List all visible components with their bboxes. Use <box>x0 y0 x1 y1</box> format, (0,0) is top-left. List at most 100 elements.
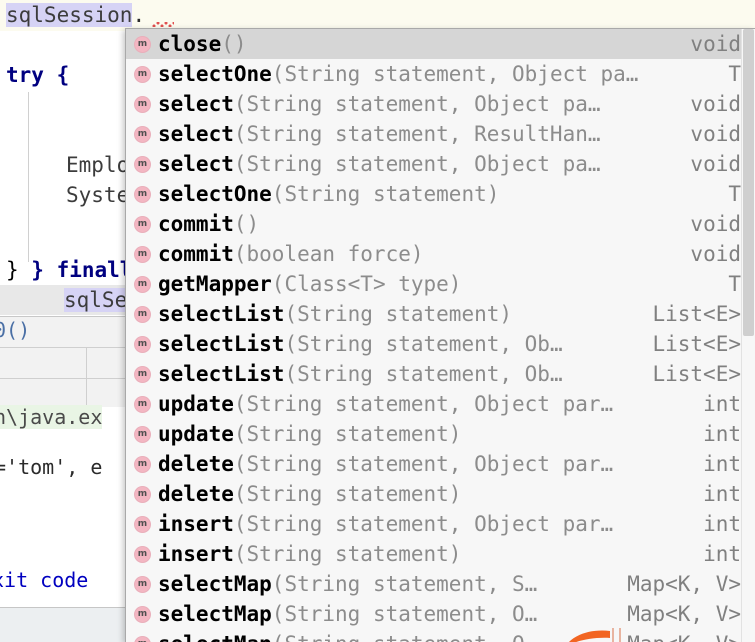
method-icon: m <box>134 635 151 642</box>
method-icon: m <box>134 95 151 113</box>
completion-item[interactable]: m insert(String statement) int <box>126 539 755 569</box>
method-icon: m <box>134 425 151 443</box>
completion-item-return-type: int <box>703 482 741 506</box>
method-icon: m <box>134 545 151 563</box>
completion-item[interactable]: m selectList(String statement, Ob… List<E> <box>126 359 755 389</box>
completion-item[interactable]: m close() void <box>126 29 755 59</box>
panel-clipped-text: 0() <box>0 318 31 342</box>
completion-item-signature: selectList(String statement) <box>158 299 634 329</box>
completion-item-params: (String statement) <box>233 482 462 506</box>
completion-list[interactable]: m close() void m selectOne(String statement,… <box>126 29 755 642</box>
method-icon: m <box>134 395 151 413</box>
completion-item-params: (String statement, ResultHan… <box>233 122 601 146</box>
completion-item-params: (String statement, Object pa… <box>233 152 601 176</box>
completion-item[interactable]: m select(String statement, ResultHan… void <box>126 119 755 149</box>
completion-item-params: (String statement) <box>233 542 462 566</box>
cursor-tail-1 <box>612 628 614 642</box>
completion-item-return-type: void <box>690 212 741 236</box>
completion-item-return-type: T <box>728 272 741 296</box>
popup-scrollbar[interactable] <box>741 29 755 642</box>
completion-item-params: (String statement, Ob… <box>284 362 563 386</box>
completion-item[interactable]: m insert(String statement, Object par… int <box>126 509 755 539</box>
method-icon: m <box>134 155 151 173</box>
completion-item[interactable]: m select(String statement, Object pa… void <box>126 89 755 119</box>
completion-item-name: getMapper <box>158 272 272 296</box>
completion-item-return-type: int <box>703 392 741 416</box>
completion-item-params: (String statement, Object pa… <box>271 62 639 86</box>
completion-item-signature: selectOne(String statement, Object pa… <box>158 59 710 89</box>
completion-item[interactable]: m delete(String statement, Object par… int <box>126 449 755 479</box>
completion-item-name: selectList <box>158 302 285 326</box>
completion-item-return-type: T <box>728 62 741 86</box>
method-icon: m <box>134 485 151 503</box>
completion-item-return-type: T <box>728 182 741 206</box>
console-output-line: ='tom', e <box>0 455 103 479</box>
completion-item-name: select <box>158 92 234 116</box>
code-line-try: try { <box>6 63 70 87</box>
completion-item-return-type: void <box>690 92 741 116</box>
completion-item-return-type: void <box>690 152 741 176</box>
completion-item[interactable]: m commit() void <box>126 209 755 239</box>
completion-item[interactable]: m selectMap(String statement, S… Map<K, V> <box>126 569 755 599</box>
completion-item-name: delete <box>158 482 234 506</box>
method-icon: m <box>134 455 151 473</box>
panel-row-divider-2 <box>0 378 125 379</box>
method-icon: m <box>134 365 151 383</box>
completion-item[interactable]: m selectMap(String statement, O… Map<K, V> <box>126 629 755 642</box>
completion-item-name: selectList <box>158 362 285 386</box>
completion-item-signature: update(String statement) <box>158 419 685 449</box>
code-line-employee: Emplo <box>66 153 130 177</box>
completion-item[interactable]: m delete(String statement) int <box>126 479 755 509</box>
completion-item-name: commit <box>158 212 234 236</box>
method-icon: m <box>134 245 151 263</box>
completion-item-signature: select(String statement, ResultHan… <box>158 119 672 149</box>
code-completion-popup[interactable]: m close() void m selectOne(String statement,… <box>125 28 755 642</box>
completion-item[interactable]: m selectOne(String statement) T <box>126 179 755 209</box>
completion-item-return-type: Map<K, V> <box>609 629 741 642</box>
completion-item-return-type: List<E> <box>652 332 741 356</box>
mouse-cursor-icon <box>569 630 610 642</box>
completion-item-return-type: int <box>703 512 741 536</box>
completion-item[interactable]: m commit(boolean force) void <box>126 239 755 269</box>
completion-item-signature: selectMap(String statement, S… <box>158 569 609 599</box>
completion-item[interactable]: m update(String statement, Object par… int <box>126 389 755 419</box>
code-line-system: Syste <box>66 183 130 207</box>
method-icon: m <box>134 65 151 83</box>
completion-item-params: (String statement, Object par… <box>233 452 614 476</box>
method-icon: m <box>134 185 151 203</box>
completion-item[interactable]: m selectOne(String statement, Object pa… T <box>126 59 755 89</box>
status-bar[interactable] <box>0 607 125 642</box>
method-icon: m <box>134 305 151 323</box>
cursor-tail-2 <box>619 628 621 642</box>
completion-item-return-type: int <box>703 542 741 566</box>
completion-item-params: () <box>221 32 247 56</box>
completion-item[interactable]: m selectList(String statement, Ob… List<E> <box>126 329 755 359</box>
dot-char: . <box>132 3 146 27</box>
method-icon: m <box>134 605 151 623</box>
completion-item-signature: close() <box>158 29 672 59</box>
popup-scrollbar-thumb[interactable] <box>743 29 754 336</box>
completion-item-return-type: int <box>703 422 741 446</box>
completion-item-name: insert <box>158 512 234 536</box>
completion-item[interactable]: m selectList(String statement) List<E> <box>126 299 755 329</box>
completion-item-name: selectMap <box>158 632 272 642</box>
completion-item-name: selectList <box>158 332 285 356</box>
completion-item[interactable]: m select(String statement, Object pa… void <box>126 149 755 179</box>
completion-item-signature: select(String statement, Object pa… <box>158 149 672 179</box>
completion-item-signature: selectList(String statement, Ob… <box>158 359 634 389</box>
completion-item-name: selectOne <box>158 182 272 206</box>
completion-item[interactable]: m getMapper(Class<T> type) T <box>126 269 755 299</box>
completion-item-params: (String statement, Ob… <box>284 332 563 356</box>
completion-item-name: close <box>158 32 222 56</box>
method-icon: m <box>134 215 151 233</box>
completion-item-params: (String statement, Object par… <box>233 392 614 416</box>
completion-item[interactable]: m update(String statement) int <box>126 419 755 449</box>
method-icon: m <box>134 515 151 533</box>
completion-item[interactable]: mselectMap(String statement, O…Map<K, V> <box>126 599 755 629</box>
completion-item-params: (String statement, Object pa… <box>233 92 601 116</box>
completion-item-name: update <box>158 392 234 416</box>
completion-item-signature: selectMap(String statement, O… <box>158 599 609 629</box>
completion-item-params: (String statement, O… <box>272 632 538 642</box>
ide-screenshot: sqlSession. try { Emplo Syste } } finall… <box>0 0 755 642</box>
completion-item-params: (String statement) <box>233 422 462 446</box>
